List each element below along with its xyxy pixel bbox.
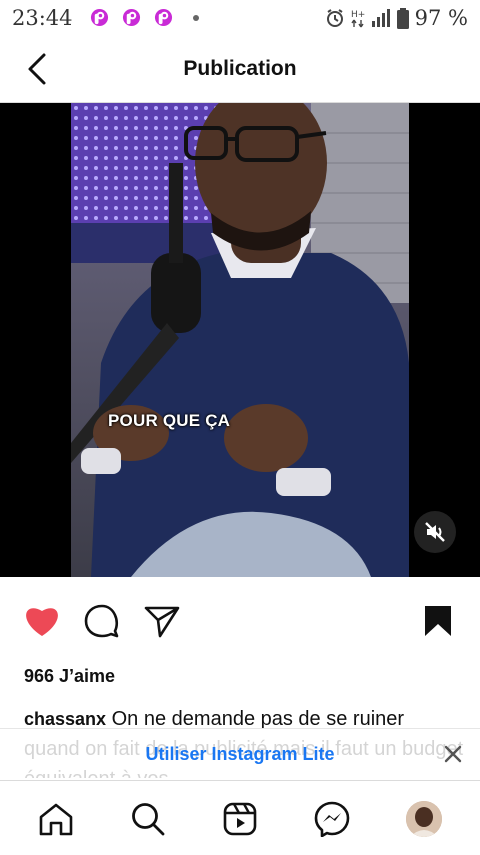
picsart-icon (122, 8, 141, 27)
home-icon (39, 803, 73, 836)
like-button[interactable] (20, 597, 64, 645)
search-icon (132, 803, 165, 836)
mute-button[interactable] (414, 511, 456, 553)
battery-percent: 97 % (414, 6, 468, 30)
caption-username[interactable]: chassanx (24, 709, 106, 729)
heart-icon (26, 608, 58, 636)
status-bar: 23:44 H+ 97 % (0, 0, 480, 36)
status-time: 23:44 (12, 6, 73, 30)
bottom-nav (0, 780, 480, 855)
profile-avatar (406, 801, 442, 837)
use-instagram-lite-link[interactable]: Utiliser Instagram Lite (0, 744, 480, 765)
more-notifications-dot (193, 15, 199, 21)
video-frame (71, 103, 409, 577)
share-icon (144, 606, 180, 638)
messenger-icon (314, 801, 350, 837)
reels-icon (223, 802, 257, 836)
nav-profile[interactable] (404, 799, 444, 839)
comment-icon (84, 604, 119, 638)
close-icon[interactable] (442, 743, 464, 765)
comment-button[interactable] (80, 597, 124, 645)
battery-icon (396, 7, 409, 29)
share-button[interactable] (140, 597, 184, 645)
nav-home[interactable] (36, 799, 76, 839)
avatar-image (406, 801, 442, 837)
video-subtitle: POUR QUE ÇA (108, 411, 231, 430)
signal-icon (371, 9, 390, 27)
post-actions (0, 597, 480, 647)
svg-text:H+: H+ (351, 10, 365, 20)
instagram-lite-banner: Utiliser Instagram Lite (0, 728, 480, 781)
save-button[interactable] (416, 597, 460, 645)
picsart-icon (154, 8, 173, 27)
page-title: Publication (183, 57, 297, 80)
video-still-image (71, 103, 409, 577)
network-type-icon: H+ (351, 10, 365, 28)
nav-messenger[interactable] (312, 799, 352, 839)
nav-reels[interactable] (220, 799, 260, 839)
bookmark-icon (425, 606, 451, 636)
top-bar: Publication (0, 36, 480, 103)
speaker-muted-icon (425, 522, 445, 542)
picsart-icon (90, 8, 109, 27)
likes-count[interactable]: 966 J’aime (24, 666, 115, 687)
nav-search[interactable] (128, 799, 168, 839)
post-video[interactable]: POUR QUE ÇA (0, 103, 480, 577)
alarm-icon (326, 9, 343, 27)
